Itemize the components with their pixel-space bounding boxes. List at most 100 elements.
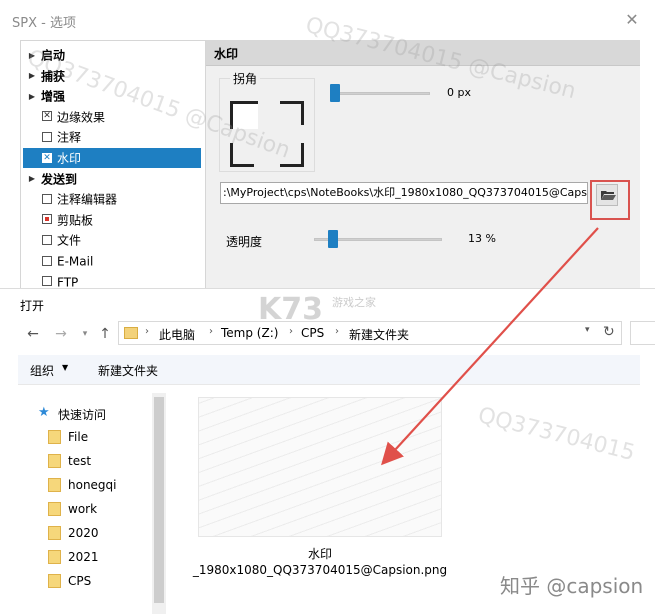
nav-item-label: 捕获 (41, 69, 66, 84)
corner-bottom-left[interactable] (230, 143, 254, 167)
checkbox[interactable] (42, 131, 52, 142)
nav-item-label: 水印 (57, 151, 82, 166)
opacity-value: 13 % (468, 232, 496, 245)
quick-access-item[interactable]: 2020📌 (46, 523, 166, 543)
checkbox[interactable]: ✕ (42, 111, 52, 122)
window-title: SPX - 选项 (12, 16, 76, 31)
quick-access-item[interactable]: test📌 (46, 451, 166, 471)
panel-title: 水印 (214, 47, 239, 61)
organize-button[interactable]: 组织 (30, 362, 54, 379)
quick-access-label: CPS (68, 574, 92, 588)
quick-access-label: 2021 (68, 550, 99, 564)
quick-access-label: File (68, 430, 89, 444)
chevron-right-icon: › (209, 326, 213, 337)
folder-icon (48, 574, 61, 588)
nav-item-label: 增强 (41, 89, 66, 104)
watermark-settings-panel: 水印 拐角 0 px :\MyProject\cps\NoteBooks\水印_… (206, 40, 640, 290)
nav-item-label: 文件 (57, 233, 82, 248)
quick-access-label: work (68, 502, 98, 516)
corner-label: 拐角 (230, 70, 261, 87)
file-item[interactable]: 水印 _1980x1080_QQ373704015@Capsion.png (190, 397, 450, 597)
nav-item[interactable]: 注释编辑器 (23, 189, 201, 209)
offset-slider-thumb[interactable] (330, 84, 340, 102)
file-thumbnail (198, 397, 442, 537)
nav-item[interactable]: 注释 (23, 127, 201, 147)
nav-item-label: 注释 (57, 130, 82, 145)
recent-locations-icon[interactable]: ▾ (76, 325, 94, 343)
folder-icon (48, 454, 61, 468)
folder-icon (48, 502, 61, 516)
nav-item-label: 发送到 (41, 172, 78, 187)
browse-button[interactable] (590, 180, 630, 220)
options-nav-tree: ▶ 启动 ▶ 捕获 ▶ 增强 ✕ 边缘效果 注释 ✕ 水印 ▶ 发送到 注释编辑器 剪贴板 文件 E-Mail F… (20, 40, 206, 290)
nav-item[interactable]: E-Mail (23, 251, 201, 271)
corner-top-right[interactable] (280, 101, 304, 125)
checkbox[interactable] (42, 255, 52, 266)
nav-item[interactable]: ▶ 发送到 (23, 169, 201, 189)
quick-access-item[interactable]: 2021📌 (46, 547, 166, 567)
dialog-title: 打开 (20, 299, 45, 313)
checkbox[interactable] (42, 193, 52, 204)
author-credit: 知乎 @capsion (500, 574, 644, 598)
nav-item[interactable]: ▶ 增强 (23, 86, 201, 106)
new-folder-button[interactable]: 新建文件夹 (98, 362, 158, 379)
forward-arrow-icon[interactable]: → (52, 325, 70, 343)
expand-arrow-icon[interactable]: ▶ (23, 66, 41, 86)
quick-access-label: 2020 (68, 526, 99, 540)
expand-arrow-icon[interactable]: ▶ (23, 87, 41, 107)
offset-value: 0 px (447, 86, 471, 99)
nav-item-label: FTP (57, 275, 79, 290)
back-arrow-icon[interactable]: ← (24, 325, 42, 343)
folder-icon (48, 478, 61, 492)
checkbox[interactable] (42, 214, 52, 225)
nav-item-label: 剪贴板 (57, 213, 94, 228)
scrollbar[interactable] (152, 393, 166, 614)
open-file-dialog: 打开 ← → ▾ ↑ › 此电脑 › Temp (Z:) › CPS › 新建文… (0, 288, 655, 614)
star-icon: ★ (38, 405, 50, 420)
nav-item[interactable]: ▶ 捕获 (23, 66, 201, 86)
corner-selector: 拐角 (219, 70, 315, 172)
scrollbar-thumb[interactable] (154, 397, 164, 603)
file-toolbar: 组织 ▼ 新建文件夹 (18, 355, 640, 385)
file-name: 水印 (307, 547, 332, 561)
checkbox[interactable]: ✕ (42, 152, 52, 163)
quick-access-item[interactable]: CPS📌 (46, 571, 166, 591)
opacity-label: 透明度 (226, 235, 263, 249)
breadcrumb-this-pc[interactable]: 此电脑 (159, 326, 195, 343)
expand-arrow-icon[interactable]: ▶ (23, 169, 41, 189)
nav-item[interactable]: 文件 (23, 230, 201, 250)
search-input[interactable] (630, 321, 655, 345)
quick-access-item[interactable]: honegqi📌 (46, 475, 166, 495)
checkbox[interactable] (42, 276, 52, 287)
offset-slider-track[interactable] (330, 92, 430, 95)
site-logo: K73 游戏之家 (258, 292, 398, 332)
corner-bottom-right[interactable] (280, 143, 304, 167)
quick-access-label: honegqi (68, 478, 117, 492)
folder-icon (48, 526, 61, 540)
quick-access-heading[interactable]: 快速访问 (58, 406, 106, 423)
chevron-right-icon: › (145, 326, 149, 337)
refresh-icon[interactable]: ↻ (603, 324, 615, 340)
close-icon[interactable]: ✕ (622, 10, 642, 30)
quick-access-label: test (68, 454, 92, 468)
chevron-down-icon[interactable]: ▾ (585, 325, 590, 335)
quick-access-item[interactable]: work📌 (46, 499, 166, 519)
nav-item[interactable]: ✕ 水印 (23, 148, 201, 168)
up-arrow-icon[interactable]: ↑ (96, 325, 114, 343)
expand-arrow-icon[interactable]: ▶ (23, 46, 41, 66)
folder-icon (124, 327, 138, 339)
caret-down-icon[interactable]: ▼ (62, 363, 68, 372)
corner-top-left[interactable] (230, 101, 258, 129)
checkbox[interactable] (42, 234, 52, 245)
quick-access-item[interactable]: File📌 (46, 427, 166, 447)
nav-item[interactable]: ▶ 启动 (23, 45, 201, 65)
file-name-continued: _1980x1080_QQ373704015@Capsion.png (192, 563, 448, 577)
browse-button-face[interactable] (596, 184, 618, 206)
nav-item[interactable]: 剪贴板 (23, 210, 201, 230)
site-logo-text: K73 (258, 292, 323, 327)
panel-header: 水印 (206, 40, 640, 66)
nav-item[interactable]: ✕ 边缘效果 (23, 107, 201, 127)
watermark-path-field[interactable]: :\MyProject\cps\NoteBooks\水印_1980x1080_Q… (220, 182, 588, 204)
folder-icon (48, 550, 61, 564)
opacity-slider-thumb[interactable] (328, 230, 338, 248)
